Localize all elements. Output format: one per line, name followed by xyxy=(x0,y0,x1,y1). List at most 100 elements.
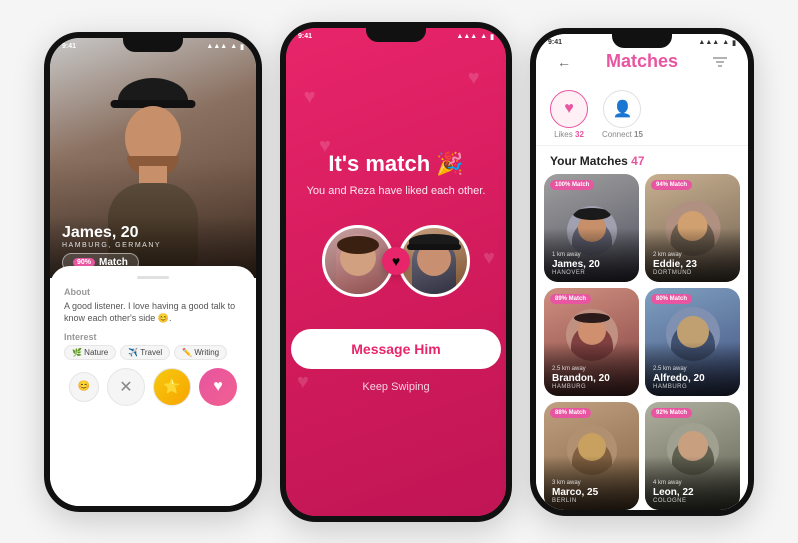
phone1-status-icons: ▲▲▲ ▲ ▮ xyxy=(206,43,244,51)
match-name-5: Marco, 25 xyxy=(552,487,598,498)
like-button[interactable]: ♥ xyxy=(199,368,237,406)
match-pct-5: 88% Match xyxy=(550,408,591,418)
match-km-4: 2.5 km away xyxy=(653,366,705,372)
about-text: A good listener. I love having a good ta… xyxy=(64,300,242,325)
phone3-time: 9:41 xyxy=(548,39,562,46)
tag-writing: ✏️ Writing xyxy=(174,345,227,360)
match-info-4: 2.5 km away Alfredo, 20 HAMBURG xyxy=(653,366,705,390)
heart-deco-1: ♥ xyxy=(304,86,316,109)
match-km-3: 2.5 km away xyxy=(552,366,610,372)
match-city-3: HAMBURG xyxy=(552,384,610,390)
match-card-2[interactable]: 94% Match 2 km away Eddie, 23 DORTMUND xyxy=(645,174,740,282)
matches-header: ← Matches xyxy=(536,48,748,84)
battery-icon3: ▮ xyxy=(732,39,736,47)
matches-total-count: 47 xyxy=(631,154,644,168)
match-city-4: HAMBURG xyxy=(653,384,705,390)
signal-icon3: ▲▲▲ xyxy=(698,39,719,46)
matches-page-title: Matches xyxy=(606,51,678,72)
wifi-icon3: ▲ xyxy=(722,39,729,46)
match-name-4: Alfredo, 20 xyxy=(653,373,705,384)
likes-icon-wrap: ♥ xyxy=(550,90,588,128)
dislike-button[interactable]: ✕ xyxy=(107,368,145,406)
match-info-3: 2.5 km away Brandon, 20 HAMBURG xyxy=(552,366,610,390)
connect-label: Connect 15 xyxy=(602,130,643,139)
profile-name: James, 20 xyxy=(62,224,244,242)
phone2-time: 9:41 xyxy=(298,33,312,40)
phone2-content: ♥ ♥ ♥ ♥ ♥ ♥ It's match 🎉 You and Reza ha… xyxy=(286,28,506,516)
drag-handle[interactable] xyxy=(137,276,169,279)
heart-icon: ♥ xyxy=(564,100,574,118)
match-avatars: ♥ xyxy=(322,225,470,297)
phone-profile: 9:41 ▲▲▲ ▲ ▮ James, 20 Hamburg, Germany … xyxy=(44,32,262,512)
tag-travel: ✈️ Travel xyxy=(120,345,170,360)
phone3-status-icons: ▲▲▲ ▲ ▮ xyxy=(698,39,736,47)
connect-icon: 👤 xyxy=(613,99,633,119)
match-km-6: 4 km away xyxy=(653,480,694,486)
phone1-status-bar: 9:41 ▲▲▲ ▲ ▮ xyxy=(50,40,256,54)
match-pct-1: 100% Match xyxy=(550,180,594,190)
heart-deco-6: ♥ xyxy=(483,247,495,270)
phone3-status-bar: 9:41 ▲▲▲ ▲ ▮ xyxy=(536,36,748,50)
your-matches-label: Your Matches xyxy=(550,154,628,168)
match-name-3: Brandon, 20 xyxy=(552,373,610,384)
phone1-content: James, 20 Hamburg, Germany 90% Match Abo… xyxy=(50,38,256,506)
likes-row: ♥ Likes 32 👤 Connect 15 xyxy=(536,84,748,146)
phone2-status-icons: ▲▲▲ ▲ ▮ xyxy=(456,33,494,41)
match-city-2: DORTMUND xyxy=(653,270,697,276)
back-button[interactable]: ← xyxy=(550,48,578,76)
star-button[interactable]: ⭐ xyxy=(153,368,191,406)
match-city-1: HANOVER xyxy=(552,270,600,276)
match-city-6: COLOGNE xyxy=(653,498,694,504)
match-km-1: 1 km away xyxy=(552,252,600,258)
match-heart-center: ♥ xyxy=(382,247,410,275)
match-km-2: 2 km away xyxy=(653,252,697,258)
interest-tags: 🌿 Nature ✈️ Travel ✏️ Writing xyxy=(64,345,242,360)
match-km-5: 3 km away xyxy=(552,480,598,486)
profile-location: Hamburg, Germany xyxy=(62,242,244,249)
phone-matches-list: 9:41 ▲▲▲ ▲ ▮ ← Matches ♥ xyxy=(530,28,754,516)
phone3-content: ← Matches ♥ Likes 32 xyxy=(536,34,748,510)
wifi-icon2: ▲ xyxy=(480,33,487,40)
phone-match: 9:41 ▲▲▲ ▲ ▮ ♥ ♥ ♥ ♥ ♥ ♥ It's match 🎉 Yo… xyxy=(280,22,512,522)
emoji-button[interactable]: 😊 xyxy=(69,372,99,402)
match-info-2: 2 km away Eddie, 23 DORTMUND xyxy=(653,252,697,276)
signal-icon: ▲▲▲ xyxy=(206,43,227,50)
match-info-6: 4 km away Leon, 22 COLOGNE xyxy=(653,480,694,504)
match-name-6: Leon, 22 xyxy=(653,487,694,498)
signal-icon2: ▲▲▲ xyxy=(456,33,477,40)
match-pct-2: 94% Match xyxy=(651,180,692,190)
phone2-status-bar: 9:41 ▲▲▲ ▲ ▮ xyxy=(286,30,506,44)
match-card-3[interactable]: 89% Match 2.5 km away Brandon, 20 HAMBUR… xyxy=(544,288,639,396)
match-name-1: James, 20 xyxy=(552,259,600,270)
match-card-6[interactable]: 92% Match 4 km away Leon, 22 COLOGNE xyxy=(645,402,740,510)
match-city-5: BERLIN xyxy=(552,498,598,504)
match-card-4[interactable]: 80% Match 2.5 km away Alfredo, 20 HAMBUR… xyxy=(645,288,740,396)
wifi-icon: ▲ xyxy=(230,43,237,50)
heart-deco-5: ♥ xyxy=(477,346,489,369)
action-row: 😊 ✕ ⭐ ♥ xyxy=(64,368,242,406)
match-card-5[interactable]: 88% Match 3 km away Marco, 25 BERLIN xyxy=(544,402,639,510)
tag-nature: 🌿 Nature xyxy=(64,345,116,360)
heart-deco-3: ♥ xyxy=(319,135,331,158)
match-grid: 100% Match 1 km away James, 20 HANOVER 9… xyxy=(536,174,748,510)
phone1-time: 9:41 xyxy=(62,43,76,50)
battery-icon2: ▮ xyxy=(490,33,494,41)
card-detail: About A good listener. I love having a g… xyxy=(50,266,256,506)
heart-deco-2: ♥ xyxy=(468,67,480,90)
filter-button[interactable] xyxy=(706,48,734,76)
battery-icon: ▮ xyxy=(240,43,244,51)
about-label: About xyxy=(64,287,242,297)
likes-item[interactable]: ♥ Likes 32 xyxy=(550,90,588,139)
match-pct-3: 89% Match xyxy=(550,294,591,304)
match-info-5: 3 km away Marco, 25 BERLIN xyxy=(552,480,598,504)
interest-label: Interest xyxy=(64,332,242,342)
match-name-2: Eddie, 23 xyxy=(653,259,697,270)
match-card-1[interactable]: 100% Match 1 km away James, 20 HANOVER xyxy=(544,174,639,282)
match-pct-6: 92% Match xyxy=(651,408,692,418)
connect-item[interactable]: 👤 Connect 15 xyxy=(602,90,643,139)
profile-photo: James, 20 Hamburg, Germany 90% Match xyxy=(50,38,256,278)
match-info-1: 1 km away James, 20 HANOVER xyxy=(552,252,600,276)
likes-label: Likes 32 xyxy=(554,130,584,139)
your-matches-row: Your Matches 47 xyxy=(536,150,748,174)
match-pct-4: 80% Match xyxy=(651,294,692,304)
